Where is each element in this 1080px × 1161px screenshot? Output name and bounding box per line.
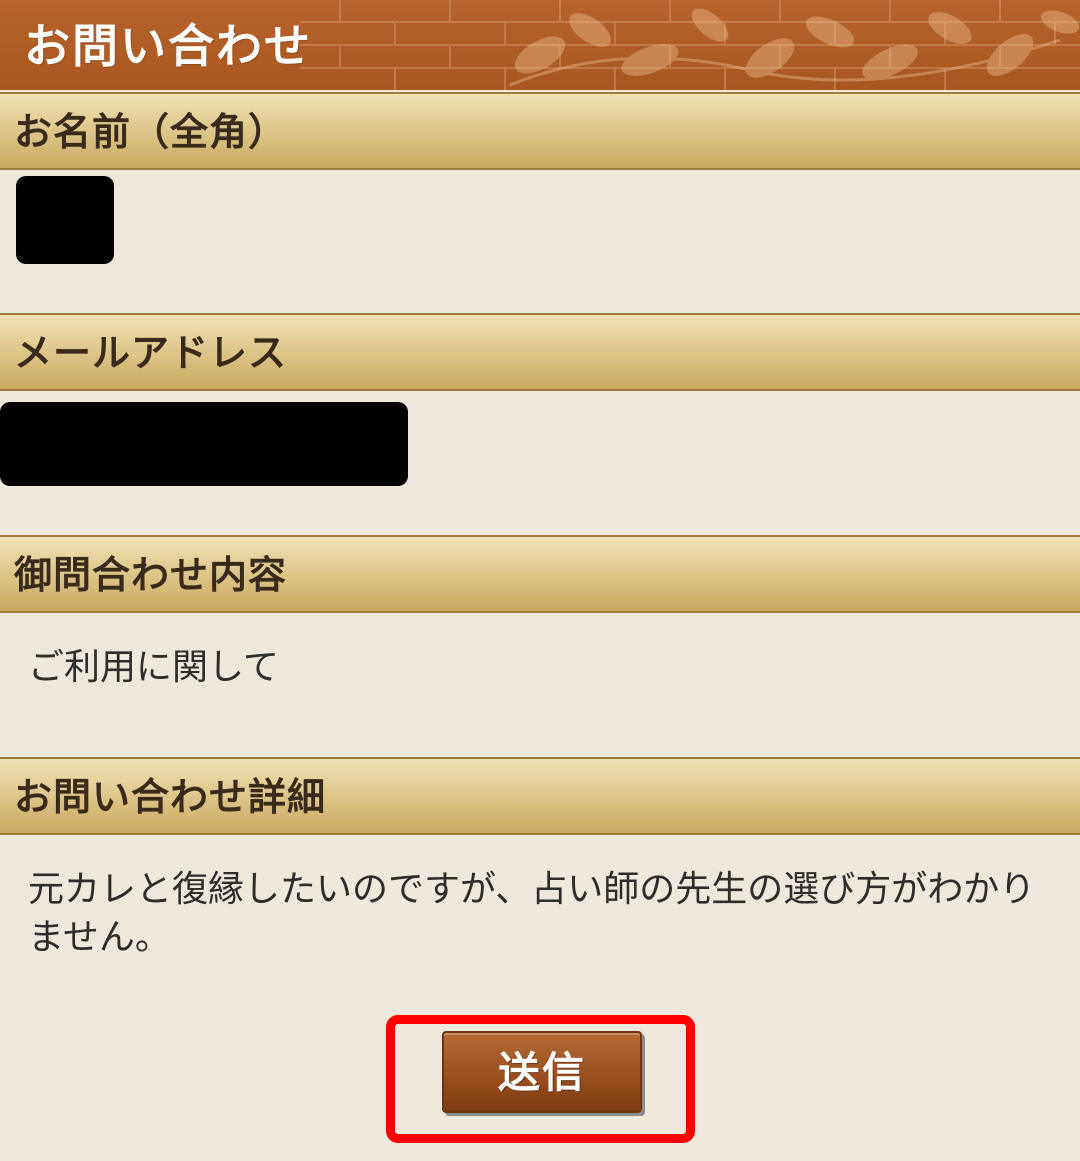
page-title: お問い合わせ — [24, 19, 312, 73]
inquiry-type-value: ご利用に関して — [28, 647, 279, 688]
submit-button[interactable]: 送信 — [442, 1031, 642, 1113]
section-label-name: お名前（全角） — [14, 110, 288, 154]
section-header-email: メールアドレス — [0, 313, 1080, 391]
email-field-redacted — [0, 402, 408, 486]
section-header-inquiry-detail: お問い合わせ詳細 — [0, 757, 1080, 835]
name-field-redacted — [16, 176, 114, 264]
section-header-name: お名前（全角） — [0, 92, 1080, 170]
section-label-inquiry-type: 御問合わせ内容 — [14, 553, 288, 597]
inquiry-detail-value: 元カレと復縁したいのですが、占い師の先生の選び方がわかりません。 — [28, 869, 1036, 958]
leaf-decoration — [509, 8, 1080, 87]
section-header-inquiry-type: 御問合わせ内容 — [0, 535, 1080, 613]
page-header: お問い合わせ — [0, 0, 1080, 90]
contact-form-page: お問い合わせ お名前（全角） メールアドレス 御問合わせ内容 ご利用に関して お… — [0, 0, 1080, 1161]
section-label-email: メールアドレス — [14, 331, 288, 375]
section-label-inquiry-detail: お問い合わせ詳細 — [14, 775, 327, 819]
